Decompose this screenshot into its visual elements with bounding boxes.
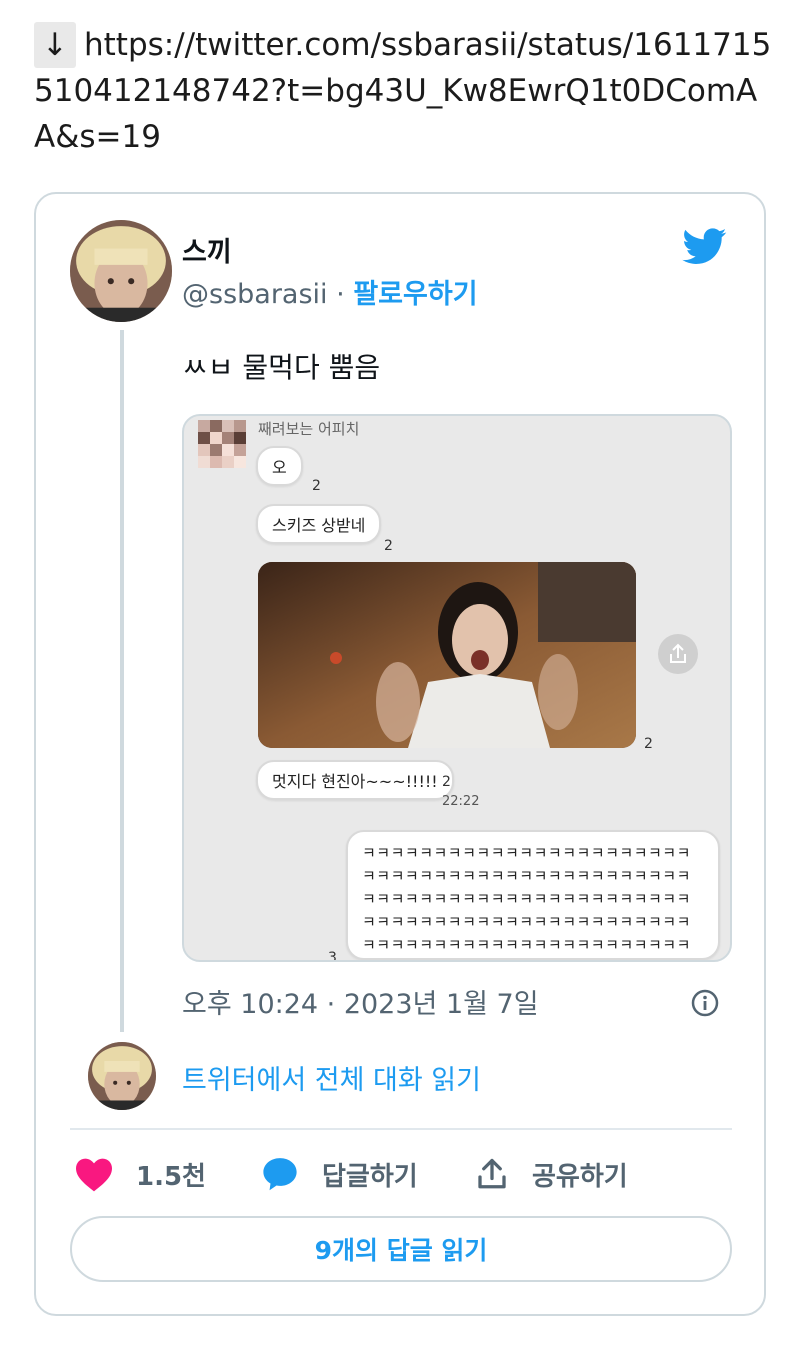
url-line[interactable]: ↓ https://twitter.com/ssbarasii/status/16… <box>34 22 774 160</box>
chat-message: 오 <box>256 446 303 486</box>
display-name[interactable]: 스끼 <box>182 230 232 269</box>
unread-count: 2 <box>312 478 321 494</box>
share-label: 공유하기 <box>532 1161 628 1192</box>
attached-chat-screenshot[interactable]: 째려보는 어피치 오 2 스키즈 상받네 2 2 멋지다 현진아~~~!!!!!… <box>182 414 732 962</box>
avatar[interactable] <box>70 220 172 322</box>
down-arrow-icon: ↓ <box>34 22 76 68</box>
divider <box>70 1128 732 1130</box>
unread-count: 2 <box>644 736 653 752</box>
like-count: 1.5천 <box>136 1161 206 1192</box>
unread-count: 2 <box>384 538 393 554</box>
read-full-conversation-link[interactable]: 트위터에서 전체 대화 읽기 <box>182 1058 481 1097</box>
heart-icon <box>76 1158 112 1192</box>
tweet-url[interactable]: https://twitter.com/ssbarasii/status/161… <box>34 27 771 155</box>
chat-message: 멋지다 현진아~~~!!!!! <box>256 760 454 800</box>
chat-message: 스키즈 상받네 <box>256 504 382 544</box>
info-icon[interactable] <box>690 988 720 1018</box>
share-button[interactable]: 공유하기 <box>474 1152 628 1196</box>
follow-button[interactable]: 팔로우하기 <box>353 279 477 310</box>
reply-label: 답글하기 <box>322 1161 418 1192</box>
read-replies-button[interactable]: 9개의 답글 읽기 <box>70 1216 732 1282</box>
chat-photo <box>258 562 636 748</box>
reply-button[interactable]: 답글하기 <box>260 1152 418 1196</box>
blurred-avatar <box>198 420 246 468</box>
tweet-text: ㅆㅂ 물먹다 뿜음 <box>182 351 381 384</box>
message-time: 22:22 <box>442 794 480 809</box>
chat-sender-name: 째려보는 어피치 <box>258 420 360 438</box>
reply-message: ㅋㅋㅋㅋㅋㅋㅋㅋㅋㅋㅋㅋㅋㅋㅋㅋㅋㅋㅋㅋㅋㅋㅋㅋㅋㅋㅋㅋㅋㅋㅋㅋㅋㅋㅋㅋㅋㅋㅋㅋ… <box>346 830 720 960</box>
unread-count: 3 <box>328 950 337 962</box>
handle[interactable]: @ssbarasii <box>182 279 328 310</box>
unread-count: 2 <box>442 774 451 790</box>
twitter-bird-icon[interactable] <box>680 224 730 268</box>
avatar-small[interactable] <box>88 1042 156 1110</box>
handle-row: @ssbarasii · 팔로우하기 <box>182 272 478 311</box>
separator: · <box>336 279 345 310</box>
like-button[interactable]: 1.5천 <box>74 1152 206 1196</box>
tweet-embed-card: 스끼 @ssbarasii · 팔로우하기 ㅆㅂ 물먹다 뿜음 째려보는 어피치… <box>34 192 766 1316</box>
thread-line <box>120 330 124 1032</box>
speech-bubble-icon <box>263 1158 297 1191</box>
share-upload-icon <box>478 1158 506 1189</box>
tweet-timestamp[interactable]: 오후 10:24 · 2023년 1월 7일 <box>182 982 539 1021</box>
share-image-icon <box>658 634 698 674</box>
